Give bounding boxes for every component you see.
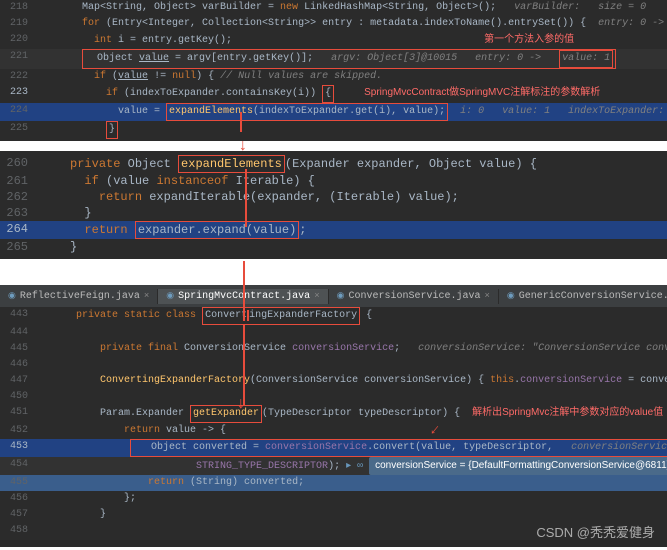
line-number: 450 [4,389,34,405]
line-number: 446 [4,357,34,373]
code-line[interactable]: 223 if (indexToExpander.containsKey(i)) … [0,85,667,103]
code-line[interactable]: 260 private Object expandElements(Expand… [0,155,667,173]
java-icon: ◉ [507,291,515,301]
java-icon: ◉ [337,291,345,301]
line-number: 220 [4,32,34,48]
line-number: 452 [4,423,34,439]
line-number: 458 [4,523,34,539]
code-line[interactable]: 220 int i = entry.getKey(); 第一个方法入参的值 [0,32,667,49]
code-line[interactable]: 457 } [0,507,667,523]
code-line[interactable]: 222 if (value != null) { // Null values … [0,69,667,85]
line-number: 453 [4,439,34,455]
debug-tooltip[interactable]: conversionService = {DefaultFormattingCo… [369,457,667,475]
watermark: CSDN @秃秃爱健身 [536,522,655,541]
code-line[interactable]: 218 Map<String, Object> varBuilder = new… [0,0,667,16]
close-icon[interactable]: × [144,291,149,301]
line-number: 264 [4,221,34,237]
code-line[interactable]: 445 private final ConversionService conv… [0,341,667,357]
code-line[interactable]: 446 [0,357,667,373]
code-line[interactable]: 450 [0,389,667,405]
line-number: 262 [4,189,34,205]
code-line[interactable]: 219 for (Entry<Integer, Collection<Strin… [0,16,667,32]
line-number: 451 [4,405,34,421]
code-block-3: 443 private static class ConvertingExpan… [0,307,667,547]
code-line[interactable]: 453 Object converted = conversionService… [0,439,667,457]
line-number: 454 [4,457,34,473]
line-number: 224 [4,103,34,119]
code-line[interactable]: 264 return expander.expand(value); [0,221,667,239]
tab-conversionservice[interactable]: ◉ConversionService.java× [329,289,499,304]
java-icon: ◉ [166,291,174,301]
line-number: 455 [4,475,34,491]
code-block-2: 260 private Object expandElements(Expand… [0,151,667,259]
line-number: 260 [4,155,34,171]
close-icon[interactable]: × [314,291,319,301]
code-line[interactable]: 452 return value -> { [0,423,667,439]
code-line[interactable]: 261 if (value instanceof Iterable) { [0,173,667,189]
line-number: 445 [4,341,34,357]
java-icon: ◉ [8,291,16,301]
code-line[interactable]: 224 value = expandElements(indexToExpand… [0,103,667,121]
code-line[interactable]: 262 return expandIterable(expander, (Ite… [0,189,667,205]
code-line[interactable]: 265 } [0,239,667,255]
line-number: 456 [4,491,34,507]
line-number: 261 [4,173,34,189]
code-line[interactable]: 455 return (String) converted; [0,475,667,491]
tab-genericconversion[interactable]: ◉GenericConversionService.java× [499,289,667,304]
code-block-1: 218 Map<String, Object> varBuilder = new… [0,0,667,141]
line-number: 265 [4,239,34,255]
line-number: 219 [4,16,34,32]
line-number: 447 [4,373,34,389]
code-line[interactable]: 225 } [0,121,667,139]
line-number: 223 [4,85,34,101]
line-number: 221 [4,49,34,65]
line-number: 222 [4,69,34,85]
line-number: 444 [4,325,34,341]
code-line[interactable]: 263 } [0,205,667,221]
code-line[interactable]: 456 }; [0,491,667,507]
code-line[interactable]: 451 Param.Expander getExpander(TypeDescr… [0,405,667,423]
line-number: 225 [4,121,34,137]
code-line[interactable]: 443 private static class ConvertingExpan… [0,307,667,325]
line-number: 218 [4,0,34,16]
editor-tabs: ◉ReflectiveFeign.java× ◉SpringMvcContrac… [0,285,667,307]
line-number: 263 [4,205,34,221]
code-line[interactable]: 221 Object value = argv[entry.getKey()];… [0,49,667,69]
line-number: 457 [4,507,34,523]
code-line[interactable]: 444 [0,325,667,341]
line-number: 443 [4,307,34,323]
code-line[interactable]: 447 ConvertingExpanderFactory(Conversion… [0,373,667,389]
code-line[interactable]: 454 STRING_TYPE_DESCRIPTOR); ▸ ∞ convers… [0,457,667,475]
close-icon[interactable]: × [484,291,489,301]
tab-reflectivefeign[interactable]: ◉ReflectiveFeign.java× [0,289,158,304]
